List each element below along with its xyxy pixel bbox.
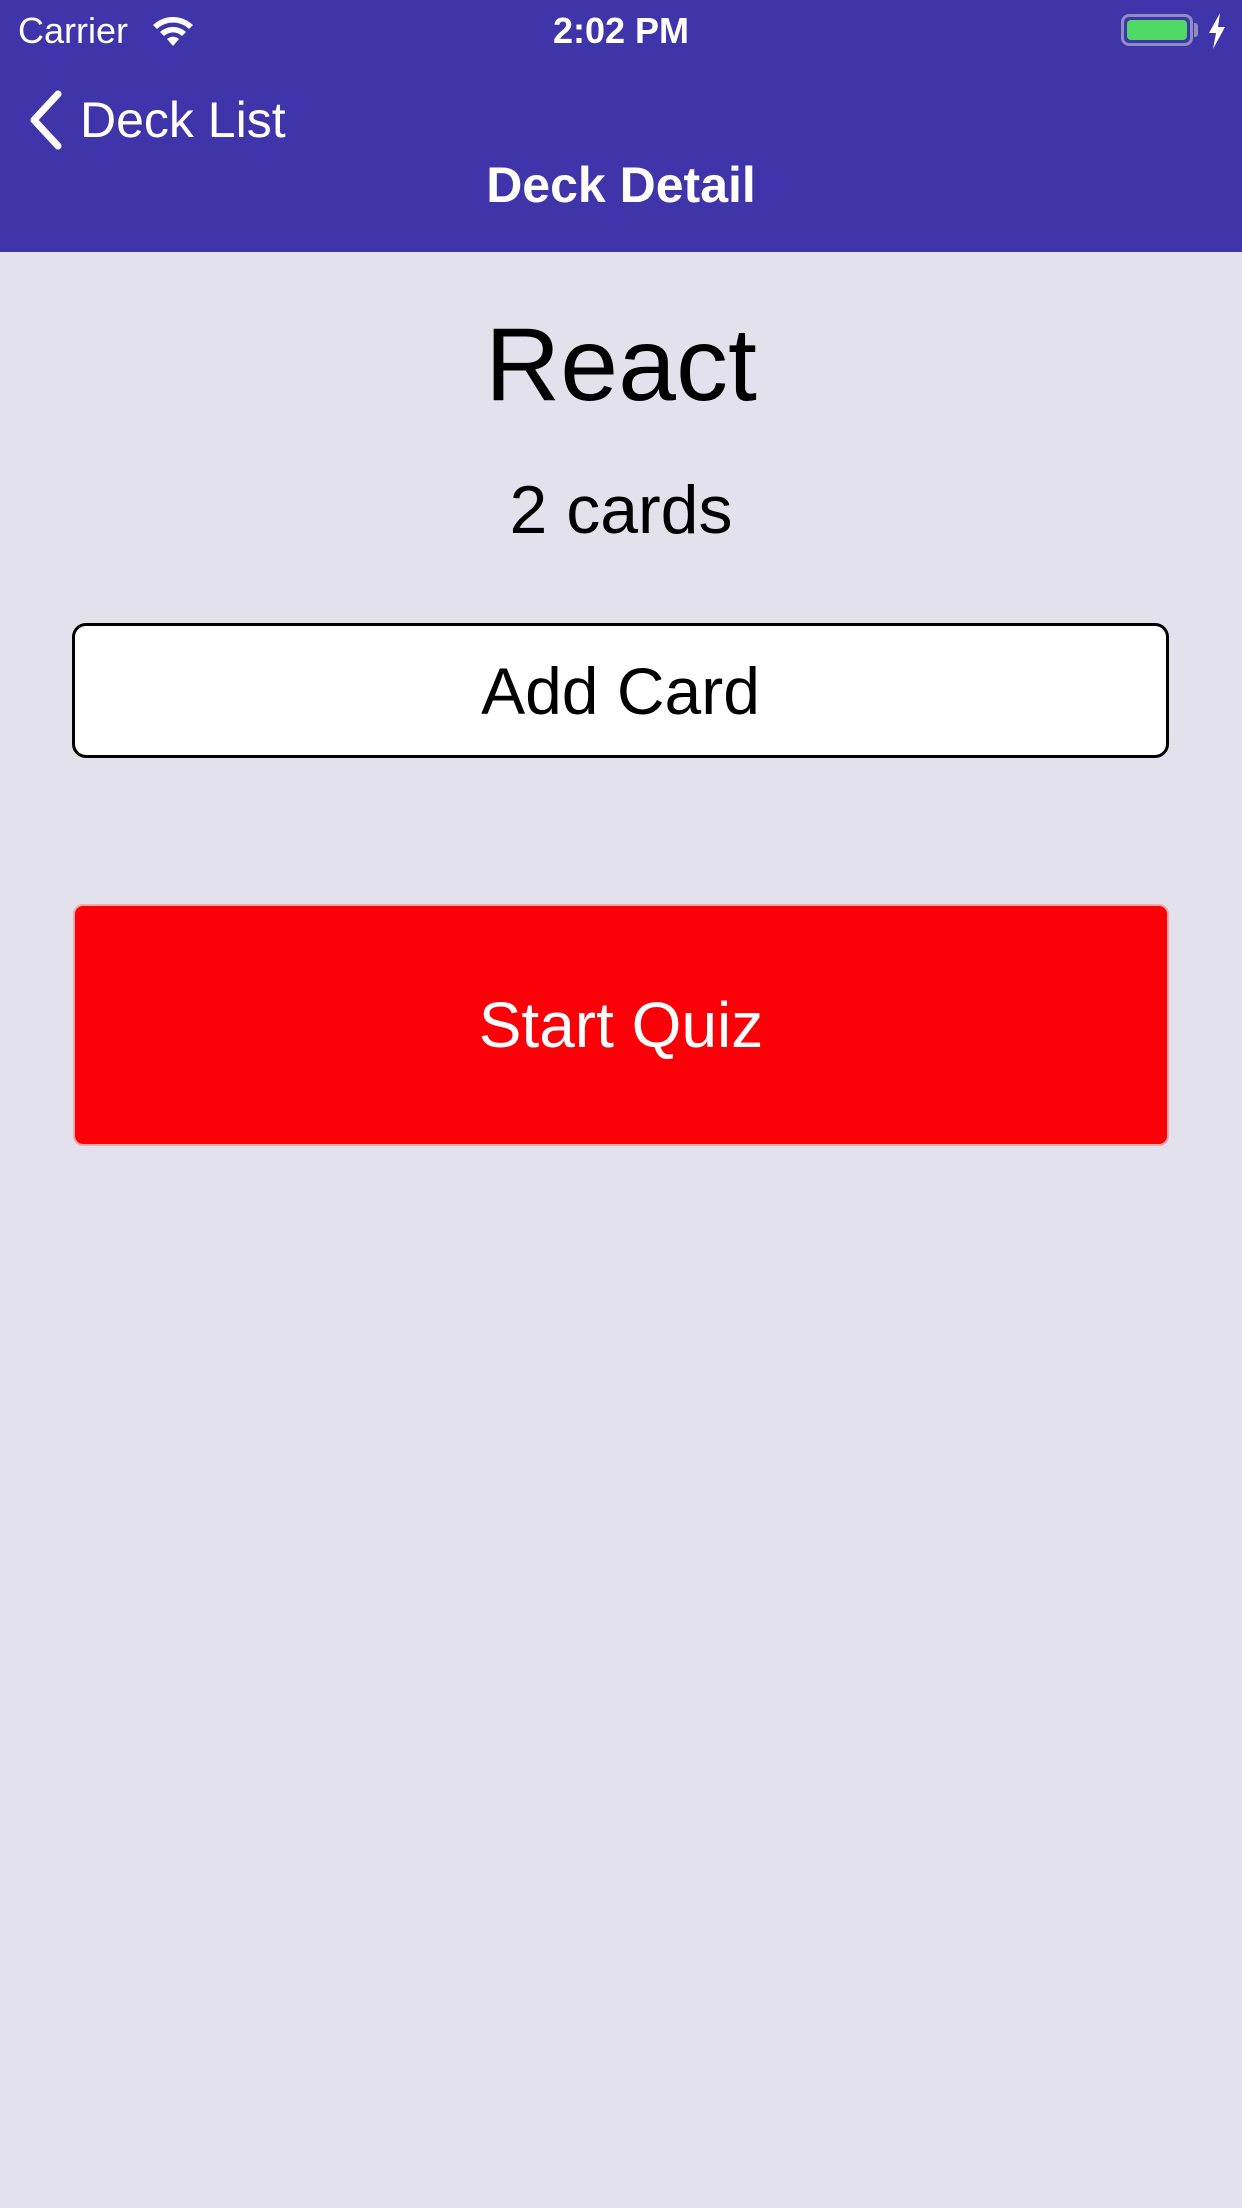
back-button-label: Deck List <box>80 92 286 148</box>
battery-level-fill <box>1127 20 1187 40</box>
clock-time: 2:02 PM <box>552 10 690 51</box>
back-button[interactable]: Deck List <box>26 85 286 155</box>
status-bar: Carrier 2:02 PM <box>0 0 1242 62</box>
charging-bolt-icon <box>1209 13 1225 49</box>
chevron-left-icon <box>30 90 62 150</box>
deck-title: React <box>485 307 757 423</box>
deck-card-count: 2 cards <box>509 472 733 548</box>
page-title: Deck Detail <box>486 157 756 213</box>
battery-icon <box>1121 14 1193 46</box>
start-quiz-button[interactable]: Start Quiz <box>73 904 1169 1146</box>
add-card-button[interactable]: Add Card <box>72 623 1169 758</box>
battery-tip <box>1194 23 1198 37</box>
header: Carrier 2:02 PM Deck List Deck Detail <box>0 0 1242 252</box>
